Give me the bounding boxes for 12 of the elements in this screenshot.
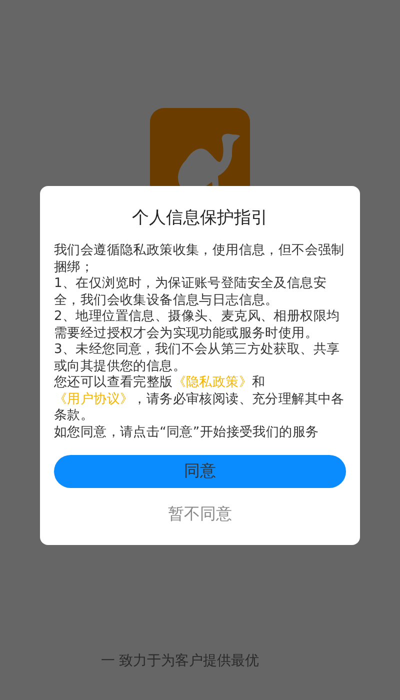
body-text: 您还可以查看完整版《隐私政策》和 《用户协议》，请务必审核阅读、充分理解其中各条款。 <box>54 375 346 424</box>
slogan-text: 一 致力于为客户提供最优 <box>100 652 260 670</box>
body-text: 1、在仅浏览时，为保证账号登陆安全及信息安全，我们会收集设备信息与日志信息。 <box>54 276 328 309</box>
body-text: 2、地理位置信息、摄像头、麦克风、相册权限均需要经过授权才会为实现功能或服务时使用。 <box>54 309 341 342</box>
agree-button[interactable]: 同意 <box>54 455 346 488</box>
dialog-title: 个人信息保护指引 <box>131 207 269 229</box>
policy-link[interactable]: 《用户协议》 <box>54 392 134 406</box>
body-text: 如您同意，请点击“同意”开始接受我们的服务 <box>54 424 320 441</box>
body-text: 我们会遵循隐私政策收集，使用信息，但不会强制捆绑； <box>54 243 346 276</box>
policy-link[interactable]: 《隐私政策》 <box>172 375 252 390</box>
decline-button[interactable]: 暂不同意 <box>158 498 242 531</box>
body-text: 3、未经您同意，我们不会从第三方处获取、共享或向其提供您的信息。 <box>54 342 341 375</box>
